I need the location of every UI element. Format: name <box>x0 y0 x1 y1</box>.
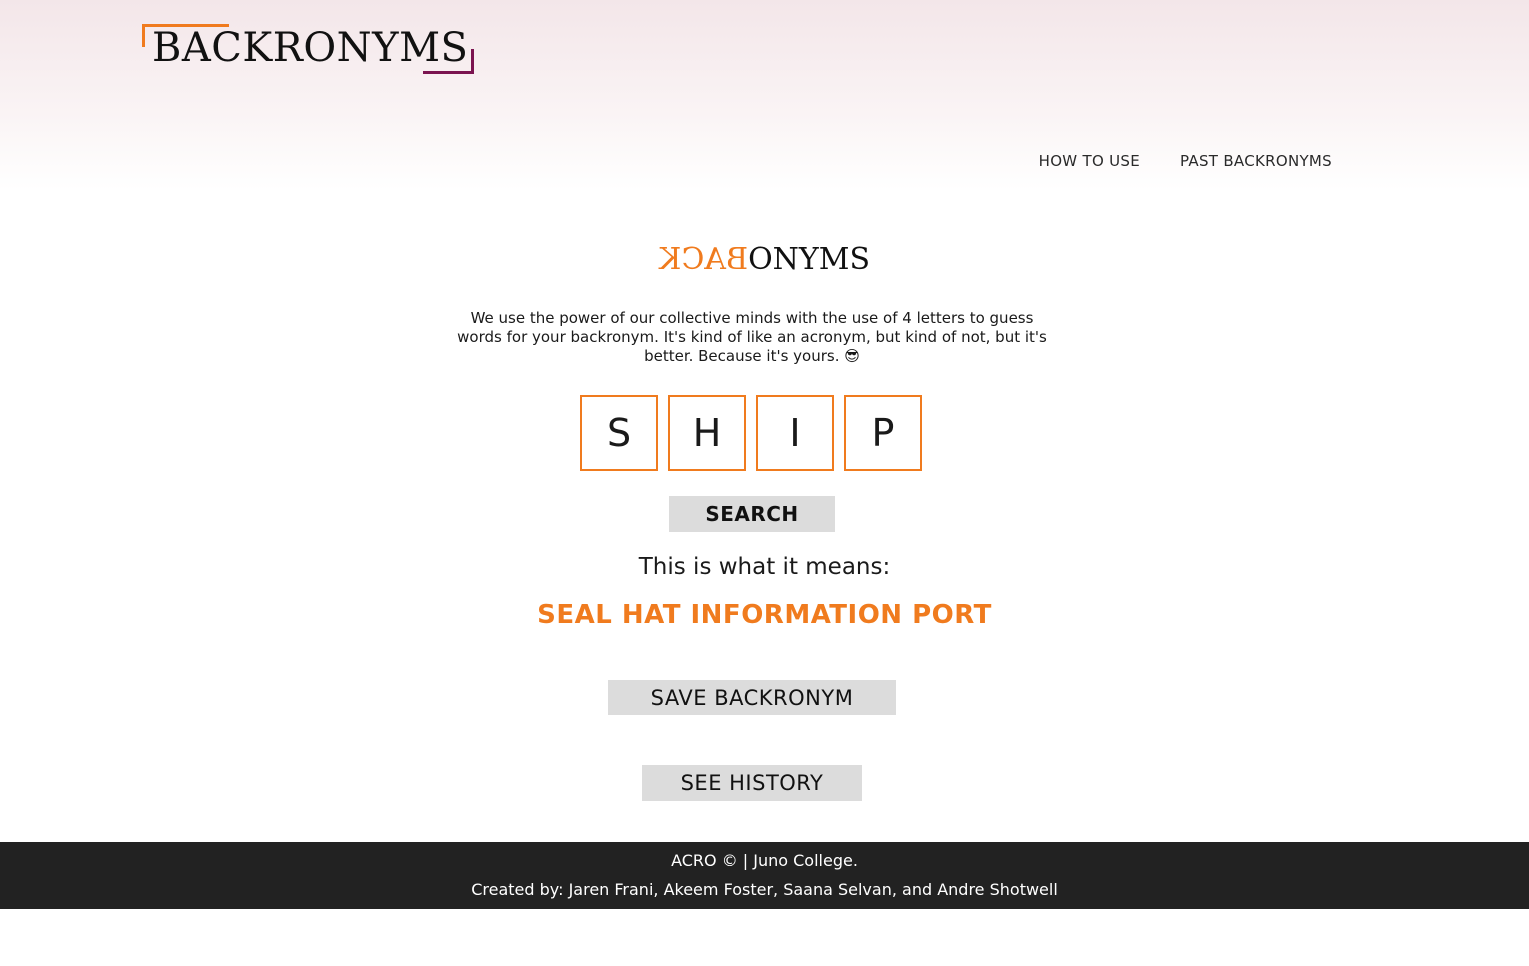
meaning-result: SEAL HAT INFORMATION PORT <box>537 600 992 630</box>
brand-title: BACKONYMS <box>0 242 1529 278</box>
see-history-button[interactable]: SEE HISTORY <box>642 765 862 801</box>
letter-input-4[interactable]: P <box>844 395 922 471</box>
intro-description: We use the power of our collective minds… <box>457 309 1047 365</box>
nav-past-backronyms[interactable]: PAST BACKRONYMS <box>1180 152 1332 170</box>
search-button[interactable]: SEARCH <box>669 496 835 532</box>
footer-credits: Created by: Jaren Frani, Akeem Foster, S… <box>471 880 1058 899</box>
letter-input-1[interactable]: S <box>580 395 658 471</box>
letter-input-2[interactable]: H <box>668 395 746 471</box>
brand-title-rest: ONYMS <box>748 242 870 277</box>
main-nav: HOW TO USE PAST BACKRONYMS <box>1039 152 1332 170</box>
site-logo[interactable]: BACKRONYMS <box>142 24 474 74</box>
meaning-label: This is what it means: <box>638 554 891 580</box>
nav-how-to-use[interactable]: HOW TO USE <box>1039 152 1140 170</box>
logo-text: BACKRONYMS <box>152 25 469 71</box>
footer-copyright: ACRO © | Juno College. <box>671 851 858 870</box>
site-header: BACKRONYMS HOW TO USE PAST BACKRONYMS <box>0 0 1529 190</box>
letter-input-3[interactable]: I <box>756 395 834 471</box>
brand-title-mirrored: BACK <box>659 242 749 277</box>
letter-inputs: S H I P <box>580 395 922 471</box>
save-backronym-button[interactable]: SAVE BACKRONYM <box>608 680 896 715</box>
site-footer: ACRO © | Juno College. Created by: Jaren… <box>0 842 1529 909</box>
